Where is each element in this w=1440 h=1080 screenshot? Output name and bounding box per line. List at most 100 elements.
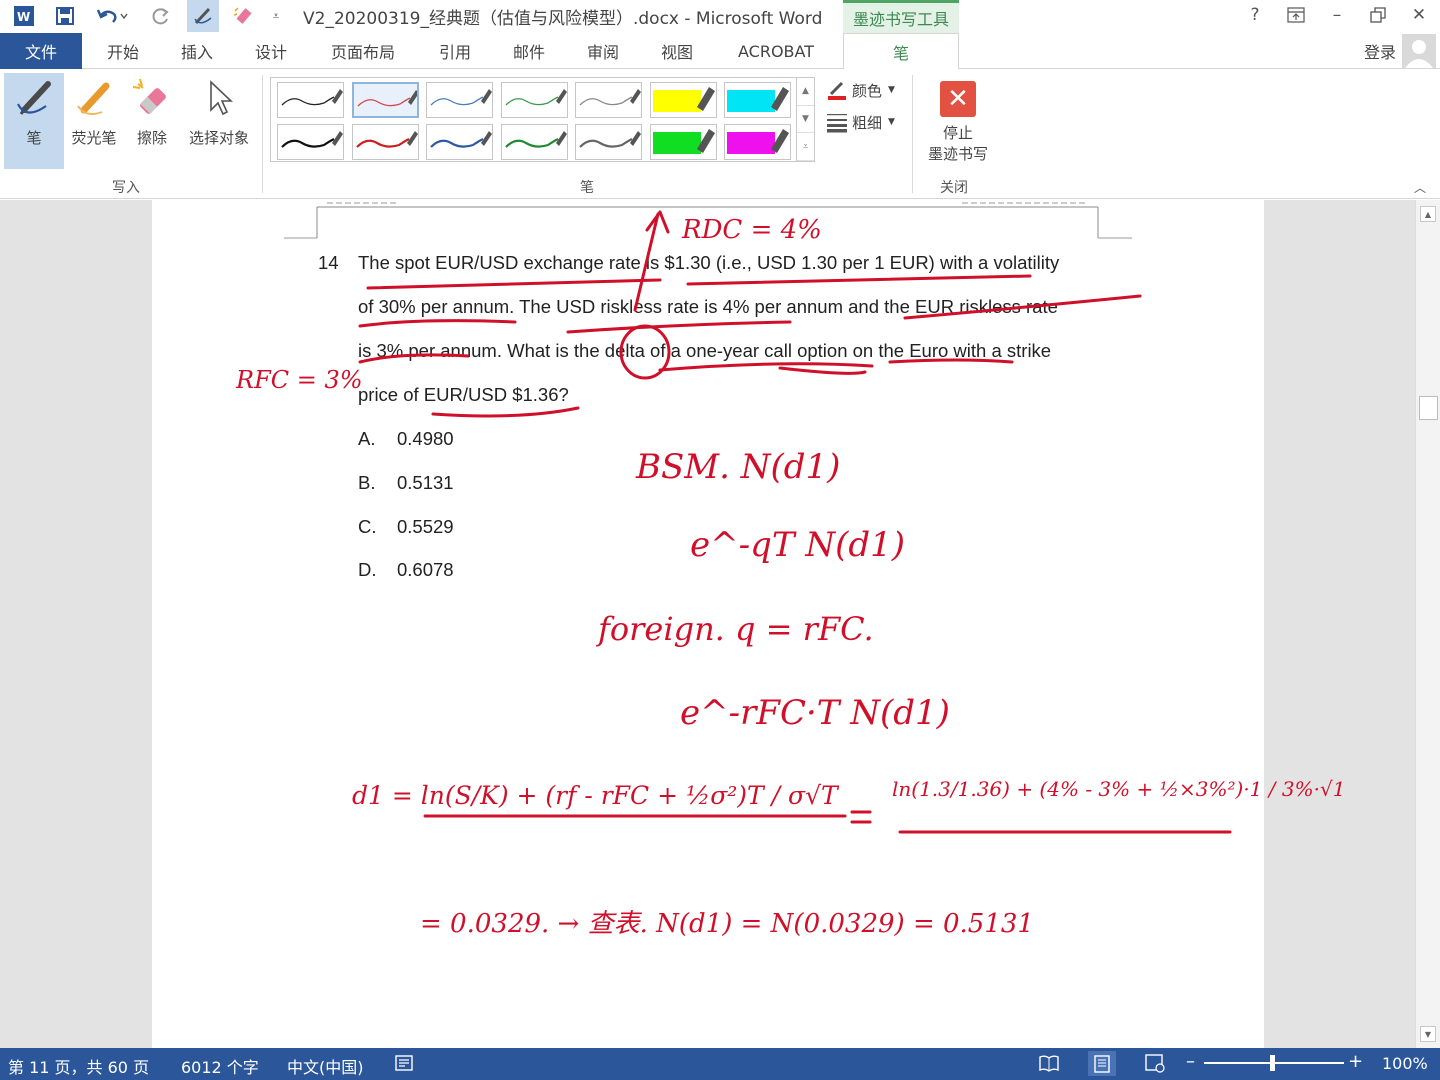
- eraser-tool-button[interactable]: 擦除: [122, 73, 182, 169]
- redo-icon[interactable]: [146, 0, 176, 32]
- ink-thickness-button[interactable]: 粗细 ▼: [826, 109, 895, 135]
- qat-customize-icon[interactable]: ⩡: [266, 0, 286, 32]
- scroll-up-icon[interactable]: ▲: [1420, 206, 1436, 222]
- ink-exp-q-note: e^-qT N(d1): [690, 525, 905, 565]
- tab-insert[interactable]: 插入: [166, 33, 228, 69]
- avatar[interactable]: [1402, 34, 1436, 68]
- title-bar: W ⩡ V2_20200319_经典题（估值与风险模型）.docx - Micr…: [0, 0, 1440, 33]
- gallery-up-icon[interactable]: ▲: [797, 78, 814, 106]
- read-mode-icon[interactable]: [1038, 1053, 1060, 1077]
- ink-result-line: = 0.0329. → 查表. N(d1) = N(0.0329) = 0.51…: [420, 909, 1034, 939]
- pen-tool-button[interactable]: 笔: [4, 73, 64, 169]
- pen-swatch[interactable]: [649, 124, 717, 160]
- ink-underline: [778, 366, 867, 375]
- save-icon[interactable]: [50, 0, 80, 32]
- pen-swatch[interactable]: [351, 82, 419, 118]
- svg-text:W: W: [17, 10, 30, 24]
- ink-circle: [619, 324, 671, 380]
- stop-x-icon: ✕: [940, 81, 976, 117]
- ink-color-button[interactable]: 颜色 ▼: [826, 77, 895, 103]
- gallery-more-icon[interactable]: ⩡: [797, 133, 814, 162]
- ink-color-label: 颜色: [852, 81, 883, 100]
- eraser-icon: [127, 73, 177, 123]
- ink-underline: [888, 358, 1014, 364]
- select-objects-button[interactable]: 选择对象: [182, 73, 256, 169]
- highlighter-tool-button[interactable]: 荧光笔: [64, 73, 124, 169]
- gallery-scroll[interactable]: ▲ ▼ ⩡: [796, 78, 814, 162]
- tab-view[interactable]: 视图: [646, 33, 708, 69]
- page-count[interactable]: 第 11 页，共 60 页: [8, 1054, 149, 1078]
- word-count[interactable]: 6012 个字: [181, 1054, 259, 1078]
- ribbon-display-options-button[interactable]: [1277, 0, 1315, 30]
- ink-tools-context-tab: 墨迹书写工具: [843, 0, 959, 33]
- word-app-icon[interactable]: W: [8, 0, 40, 32]
- zoom-in-icon[interactable]: +: [1348, 1051, 1363, 1072]
- tab-page-layout[interactable]: 页面布局: [320, 33, 406, 69]
- ink-d1-formula: d1 = ln(S/K) + (rf - rFC + ½σ²)T / σ√T: [352, 781, 840, 810]
- tab-design[interactable]: 设计: [240, 33, 302, 69]
- zoom-slider-thumb[interactable]: [1270, 1055, 1275, 1071]
- ink-d1-substitution: ln(1.3/1.36) + (4% - 3% + ½×3%²)·1 / 3%·…: [892, 777, 1345, 801]
- ink-rfc-note: RFC = 3%: [235, 366, 363, 394]
- ink-underline: [658, 362, 874, 372]
- minimize-button[interactable]: –: [1318, 0, 1356, 30]
- tab-acrobat[interactable]: ACROBAT: [724, 33, 828, 69]
- document-area: 14 The spot EUR/USD exchange rate is $1.…: [0, 200, 1440, 1048]
- ink-rdc-note: RDC = 4%: [681, 215, 822, 245]
- ink-underline: [903, 294, 1142, 320]
- web-layout-icon[interactable]: [1144, 1053, 1166, 1077]
- pens-group-label: 笔: [580, 180, 594, 196]
- undo-icon[interactable]: [90, 0, 134, 32]
- pen-swatch[interactable]: [277, 82, 344, 118]
- pen-swatch[interactable]: [575, 82, 642, 118]
- pen-styles-gallery[interactable]: ▲ ▼ ⩡: [270, 77, 815, 162]
- tab-pen[interactable]: 笔: [843, 33, 959, 70]
- color-dropdown-icon: ▼: [888, 85, 895, 95]
- cursor-arrow-icon: [194, 73, 244, 123]
- pen-swatch[interactable]: [500, 124, 568, 160]
- select-objects-label: 选择对象: [188, 129, 249, 147]
- tab-mailings[interactable]: 邮件: [498, 33, 560, 69]
- zoom-level[interactable]: 100%: [1382, 1054, 1428, 1073]
- ink-underline: [566, 320, 792, 334]
- pen-swatch[interactable]: [500, 82, 568, 118]
- sign-in-link[interactable]: 登录: [1364, 39, 1396, 63]
- ink-foreign-note: foreign. q = rFC.: [596, 610, 874, 648]
- pen-swatch[interactable]: [426, 82, 493, 118]
- pen-swatch[interactable]: [351, 124, 419, 160]
- pen-swatch[interactable]: [724, 82, 791, 118]
- status-bar: 第 11 页，共 60 页 6012 个字 中文(中国) – + 100%: [0, 1048, 1440, 1080]
- color-pen-icon: [828, 81, 846, 100]
- quick-eraser-icon[interactable]: [228, 0, 258, 32]
- scroll-thumb[interactable]: [1419, 396, 1438, 420]
- collapse-ribbon-icon[interactable]: ︿: [1414, 179, 1426, 196]
- pen-swatch[interactable]: [649, 82, 717, 118]
- print-layout-icon[interactable]: [1088, 1051, 1116, 1076]
- highlighter-tool-label: 荧光笔: [71, 129, 117, 147]
- pen-swatch[interactable]: [277, 124, 344, 160]
- tab-references[interactable]: 引用: [424, 33, 486, 69]
- ink-underline: [358, 353, 470, 364]
- language-indicator[interactable]: 中文(中国): [287, 1054, 364, 1078]
- group-divider: [912, 75, 913, 193]
- stop-inking-button[interactable]: ✕ 停止 墨迹书写: [920, 81, 996, 177]
- pen-swatch[interactable]: [426, 124, 493, 160]
- help-button[interactable]: ?: [1236, 0, 1274, 30]
- restore-button[interactable]: [1359, 0, 1397, 30]
- stop-inking-label: 停止 墨迹书写: [927, 124, 988, 163]
- gallery-down-icon[interactable]: ▼: [797, 106, 814, 134]
- vertical-scrollbar[interactable]: ▲ ▼: [1415, 200, 1440, 1048]
- quick-pen-icon[interactable]: [187, 0, 219, 32]
- zoom-out-icon[interactable]: –: [1186, 1051, 1195, 1072]
- ink-annotation-layer[interactable]: RDC = 4% RFC = 3% BSM. N(d1) e^-qT N(d1) for…: [0, 200, 1415, 1048]
- write-group-label: 写入: [112, 180, 140, 196]
- tab-review[interactable]: 审阅: [572, 33, 634, 69]
- close-button[interactable]: ✕: [1400, 0, 1438, 30]
- proofing-icon[interactable]: [394, 1053, 414, 1077]
- scroll-down-icon[interactable]: ▼: [1420, 1026, 1436, 1042]
- pen-swatch[interactable]: [575, 124, 642, 160]
- tab-file[interactable]: 文件: [0, 33, 82, 69]
- tab-home[interactable]: 开始: [92, 33, 154, 69]
- ink-underline: [366, 278, 662, 290]
- pen-swatch[interactable]: [724, 124, 791, 160]
